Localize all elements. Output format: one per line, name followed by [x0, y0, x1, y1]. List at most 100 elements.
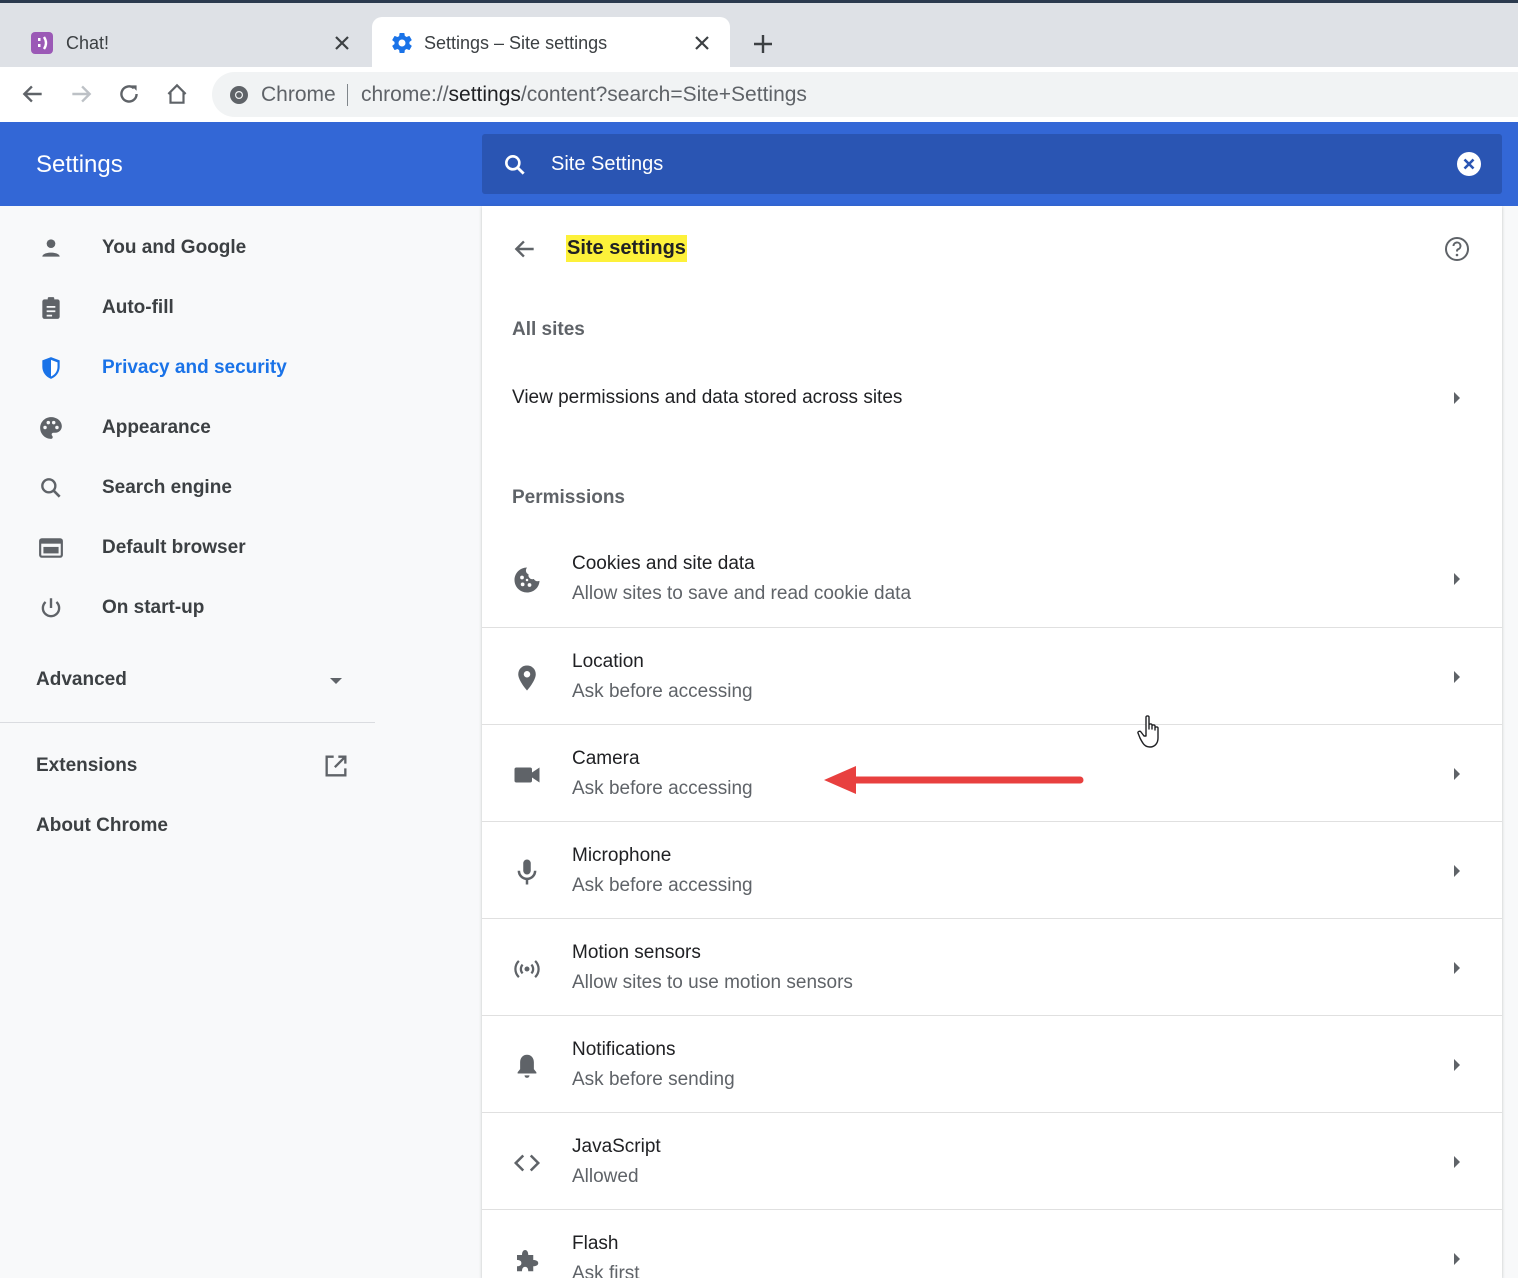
permission-subtitle: Ask before accessing: [572, 778, 753, 799]
permission-row-microphone[interactable]: Microphone Ask before accessing: [482, 821, 1502, 918]
permission-title: Cookies and site data: [572, 553, 755, 574]
omnibox-chip: Chrome: [261, 83, 336, 106]
chevron-right-icon: [1454, 1253, 1460, 1265]
power-icon: [41, 598, 61, 618]
microphone-icon: [517, 859, 537, 885]
sidebar-item-label: Privacy and security: [102, 357, 287, 378]
chrome-logo-icon: [230, 86, 248, 104]
chevron-right-icon: [1454, 1156, 1460, 1168]
search-value: Site Settings: [551, 153, 664, 175]
sidebar-item-label: On start-up: [102, 597, 205, 618]
permission-row-cookies[interactable]: Cookies and site data Allow sites to sav…: [482, 530, 1502, 627]
sidebar-item-label: Appearance: [102, 417, 211, 438]
sensors-icon: [514, 960, 540, 978]
dropdown-arrow-icon[interactable]: [328, 676, 344, 686]
browser-window-icon: [39, 538, 63, 558]
forward-icon[interactable]: [68, 81, 94, 107]
permission-subtitle: Allow sites to use motion sensors: [572, 972, 853, 993]
url-scheme: chrome://: [361, 83, 449, 106]
new-tab-button[interactable]: [748, 29, 778, 59]
tab-settings[interactable]: Settings – Site settings: [372, 17, 730, 70]
omnibox-url[interactable]: chrome://settings/content?search=Site+Se…: [361, 83, 807, 107]
sidebar-item-default-browser[interactable]: Default browser: [0, 518, 376, 578]
chevron-right-icon: [1454, 573, 1460, 585]
tab-title: Settings – Site settings: [424, 33, 608, 53]
sidebar-advanced-toggle[interactable]: Advanced: [36, 669, 127, 691]
permission-subtitle: Ask first: [572, 1263, 640, 1278]
omnibox[interactable]: Chrome chrome://settings/content?search=…: [212, 72, 1518, 117]
page-title: Site settings: [566, 235, 687, 262]
tab-chat[interactable]: Chat!: [0, 17, 370, 70]
sidebar-item-label: You and Google: [102, 237, 247, 258]
open-in-new-icon[interactable]: [322, 752, 350, 780]
permission-title: Flash: [572, 1233, 619, 1254]
all-sites-row[interactable]: View permissions and data stored across …: [482, 366, 1502, 430]
close-icon[interactable]: [690, 31, 714, 55]
puzzle-icon: [517, 1250, 539, 1272]
bell-icon: [517, 1054, 537, 1078]
permission-row-notifications[interactable]: Notifications Ask before sending: [482, 1015, 1502, 1112]
permission-title: Location: [572, 651, 644, 672]
permission-title: Microphone: [572, 845, 672, 866]
sidebar-divider: [0, 722, 375, 723]
browser-toolbar: Chrome chrome://settings/content?search=…: [0, 67, 1518, 122]
sidebar-item-extensions[interactable]: Extensions: [36, 755, 137, 777]
search-icon: [505, 155, 525, 175]
section-label-permissions: Permissions: [512, 487, 625, 508]
hand-cursor-icon: [1137, 715, 1159, 748]
chevron-right-icon: [1454, 1059, 1460, 1071]
clear-search-icon[interactable]: [1456, 151, 1482, 177]
omnibox-separator: [347, 84, 348, 106]
permission-title: Camera: [572, 748, 640, 769]
sidebar-item-on-startup[interactable]: On start-up: [0, 578, 376, 638]
help-icon[interactable]: [1442, 234, 1472, 264]
chevron-right-icon: [1454, 671, 1460, 683]
sidebar-item-about-chrome[interactable]: About Chrome: [36, 815, 168, 837]
back-arrow-icon[interactable]: [512, 236, 538, 262]
chevron-right-icon: [1454, 962, 1460, 974]
sidebar-item-search-engine[interactable]: Search engine: [0, 458, 376, 518]
annotation-arrow-icon: [824, 766, 1084, 794]
url-host: settings: [448, 83, 521, 106]
permission-title: Motion sensors: [572, 942, 701, 963]
sidebar-item-you-and-google[interactable]: You and Google: [0, 218, 376, 278]
permission-subtitle: Allowed: [572, 1166, 639, 1187]
reload-icon[interactable]: [116, 81, 142, 107]
sidebar-item-label: Default browser: [102, 537, 246, 558]
shield-icon: [42, 357, 60, 379]
gear-icon: [392, 33, 412, 54]
permission-subtitle: Ask before sending: [572, 1069, 735, 1090]
search-icon: [41, 478, 61, 498]
person-icon: [42, 239, 60, 257]
page-title-settings: Settings: [36, 151, 123, 178]
chevron-right-icon: [1454, 865, 1460, 877]
permission-row-flash[interactable]: Flash Ask first: [482, 1209, 1502, 1278]
location-pin-icon: [518, 665, 536, 691]
settings-sidebar: You and Google Auto-fill Privacy and sec…: [0, 206, 376, 1278]
code-icon: [513, 1154, 541, 1172]
url-path: /content?search=Site+Settings: [520, 83, 807, 106]
sidebar-item-label: Search engine: [102, 477, 232, 498]
permission-subtitle: Allow sites to save and read cookie data: [572, 583, 912, 604]
palette-icon: [40, 417, 62, 439]
all-sites-row-label: View permissions and data stored across …: [512, 387, 903, 408]
sidebar-item-appearance[interactable]: Appearance: [0, 398, 376, 458]
tab-title: Chat!: [66, 33, 110, 53]
close-icon[interactable]: [330, 31, 354, 55]
permission-title: JavaScript: [572, 1136, 661, 1157]
settings-search-input[interactable]: Site Settings: [482, 134, 1502, 194]
sidebar-item-privacy-and-security[interactable]: Privacy and security: [0, 338, 376, 398]
section-label-all-sites: All sites: [512, 319, 585, 340]
permission-row-location[interactable]: Location Ask before accessing: [482, 627, 1502, 724]
home-icon[interactable]: [164, 81, 190, 107]
permission-row-javascript[interactable]: JavaScript Allowed: [482, 1112, 1502, 1209]
permission-subtitle: Ask before accessing: [572, 875, 753, 896]
permission-row-motion-sensors[interactable]: Motion sensors Allow sites to use motion…: [482, 918, 1502, 1015]
back-icon[interactable]: [20, 81, 46, 107]
sidebar-item-label: Auto-fill: [102, 297, 174, 318]
video-camera-icon: [514, 767, 540, 783]
chat-app-icon: [31, 32, 53, 54]
tab-strip: Chat! Settings – Site settings: [0, 0, 1518, 70]
sidebar-item-autofill[interactable]: Auto-fill: [0, 278, 376, 338]
permission-title: Notifications: [572, 1039, 676, 1060]
